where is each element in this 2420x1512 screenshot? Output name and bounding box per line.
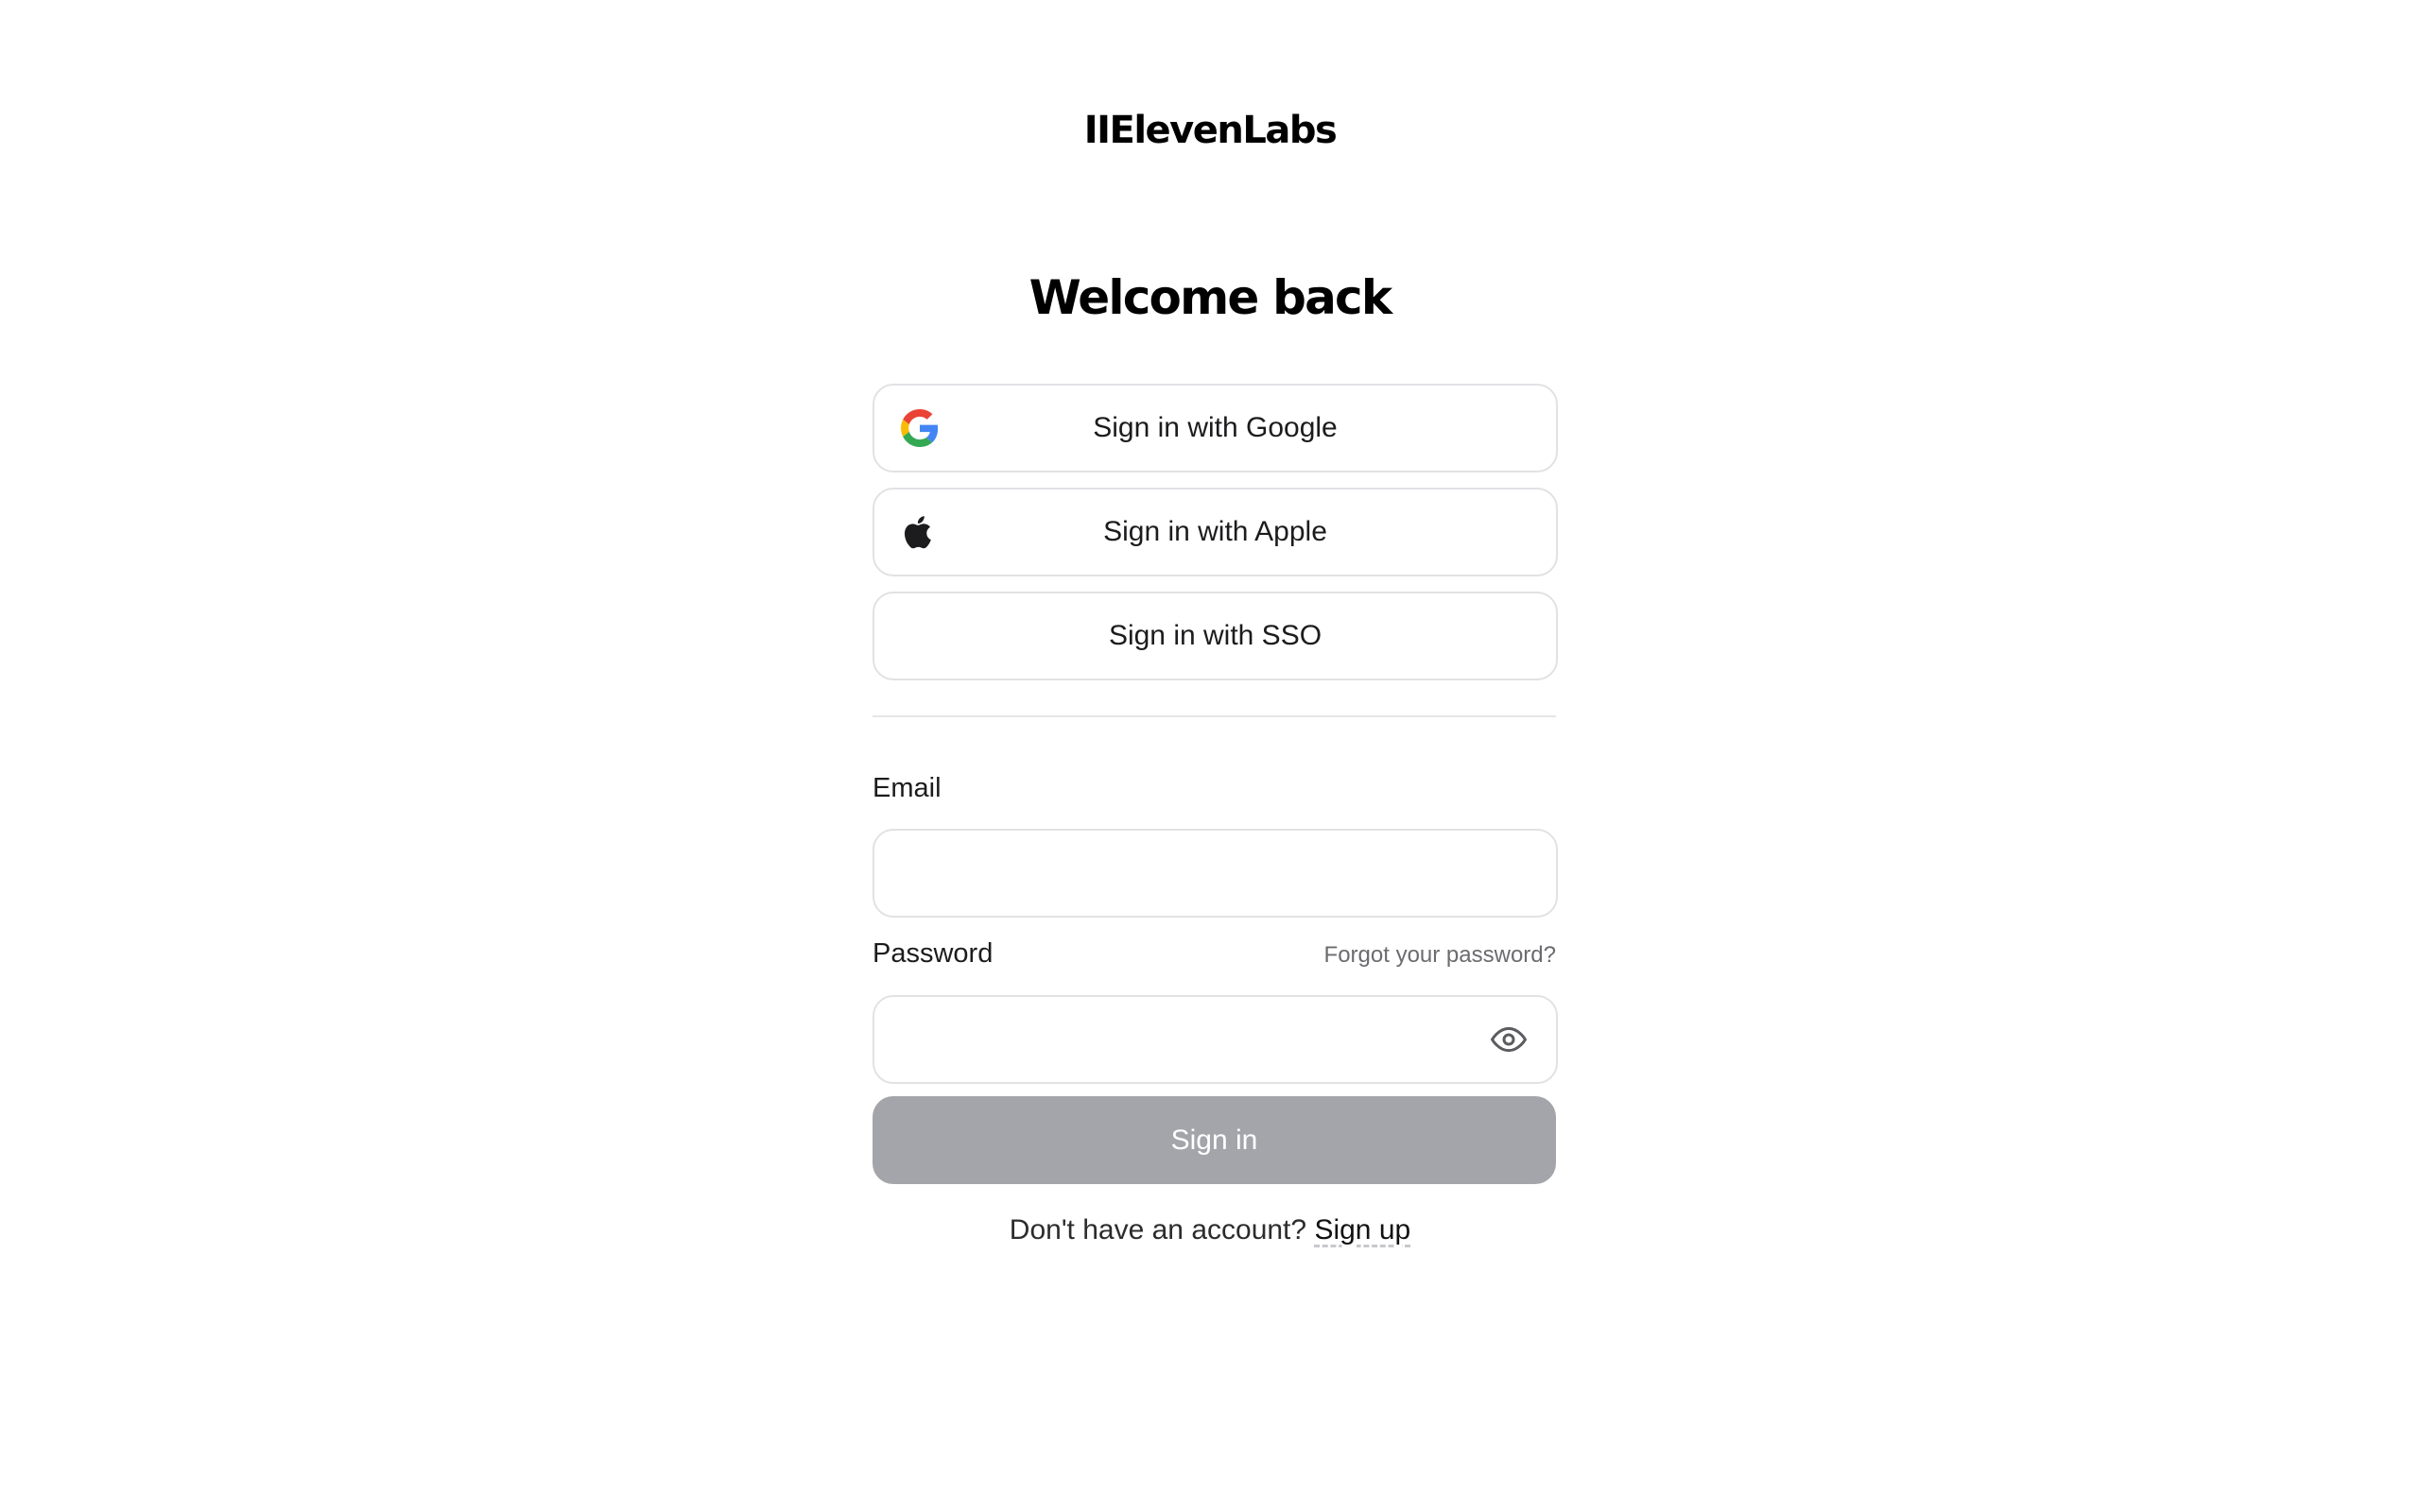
eye-icon[interactable] bbox=[1490, 1021, 1528, 1058]
forgot-password-link[interactable]: Forgot your password? bbox=[1324, 939, 1556, 971]
sign-in-apple-button[interactable]: Sign in with Apple bbox=[873, 488, 1558, 576]
sign-in-sso-button[interactable]: Sign in with SSO bbox=[873, 592, 1558, 680]
email-field[interactable] bbox=[873, 829, 1558, 918]
sign-in-sso-label: Sign in with SSO bbox=[1108, 620, 1322, 651]
email-label: Email bbox=[873, 773, 942, 803]
email-input[interactable] bbox=[897, 831, 1464, 916]
page-title: Welcome back bbox=[1028, 270, 1392, 325]
divider bbox=[873, 715, 1556, 717]
sign-in-apple-label: Sign in with Apple bbox=[1103, 516, 1327, 547]
password-input[interactable] bbox=[897, 997, 1464, 1082]
sign-in-google-label: Sign in with Google bbox=[1093, 412, 1338, 443]
sign-in-google-button[interactable]: Sign in with Google bbox=[873, 384, 1558, 472]
password-label: Password bbox=[873, 938, 994, 969]
login-page: IIElevenLabs Welcome back Sign in with G… bbox=[0, 0, 2420, 1512]
sign-in-button[interactable]: Sign in bbox=[873, 1096, 1556, 1184]
elevenlabs-logo[interactable]: IIElevenLabs bbox=[0, 102, 2420, 159]
signup-prompt: Don't have an account? bbox=[1009, 1214, 1307, 1246]
signup-row: Don't have an account? Sign up bbox=[0, 1210, 2420, 1251]
sign-in-button-label: Sign in bbox=[1170, 1125, 1258, 1156]
password-field[interactable] bbox=[873, 995, 1558, 1084]
sign-up-link[interactable]: Sign up bbox=[1314, 1214, 1410, 1246]
